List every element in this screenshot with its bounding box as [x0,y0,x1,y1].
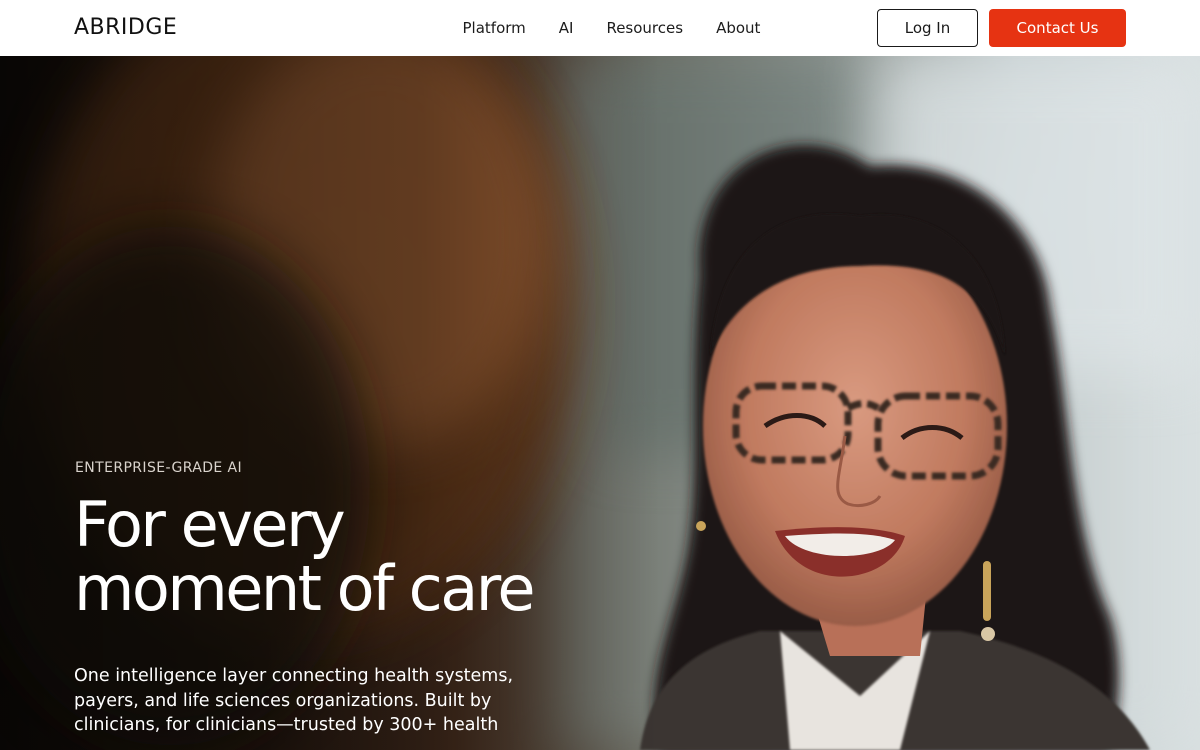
hero-headline-line-1: For every [74,488,346,561]
hero-description: One intelligence layer connecting health… [74,666,514,735]
top-navigation-bar: ABRIDGE Platform AI Resources About Log … [0,0,1200,56]
main-nav: Platform AI Resources About [446,0,777,56]
hero-photo-smiling-clinician [0,56,1200,750]
hero-headline: For every moment of care [74,493,594,621]
hero-section: ENTERPRISE-GRADE AI For every moment of … [0,56,1200,750]
hero-headline-line-2: moment of care [74,552,536,625]
log-in-button[interactable]: Log In [877,9,978,47]
nav-link-platform[interactable]: Platform [446,0,542,56]
nav-link-about[interactable]: About [700,0,777,56]
nav-link-ai[interactable]: AI [542,0,590,56]
hero-eyebrow: ENTERPRISE-GRADE AI [75,460,243,476]
nav-link-resources[interactable]: Resources [590,0,700,56]
contact-us-button[interactable]: Contact Us [989,9,1126,47]
abridge-logo[interactable]: ABRIDGE [74,15,177,41]
